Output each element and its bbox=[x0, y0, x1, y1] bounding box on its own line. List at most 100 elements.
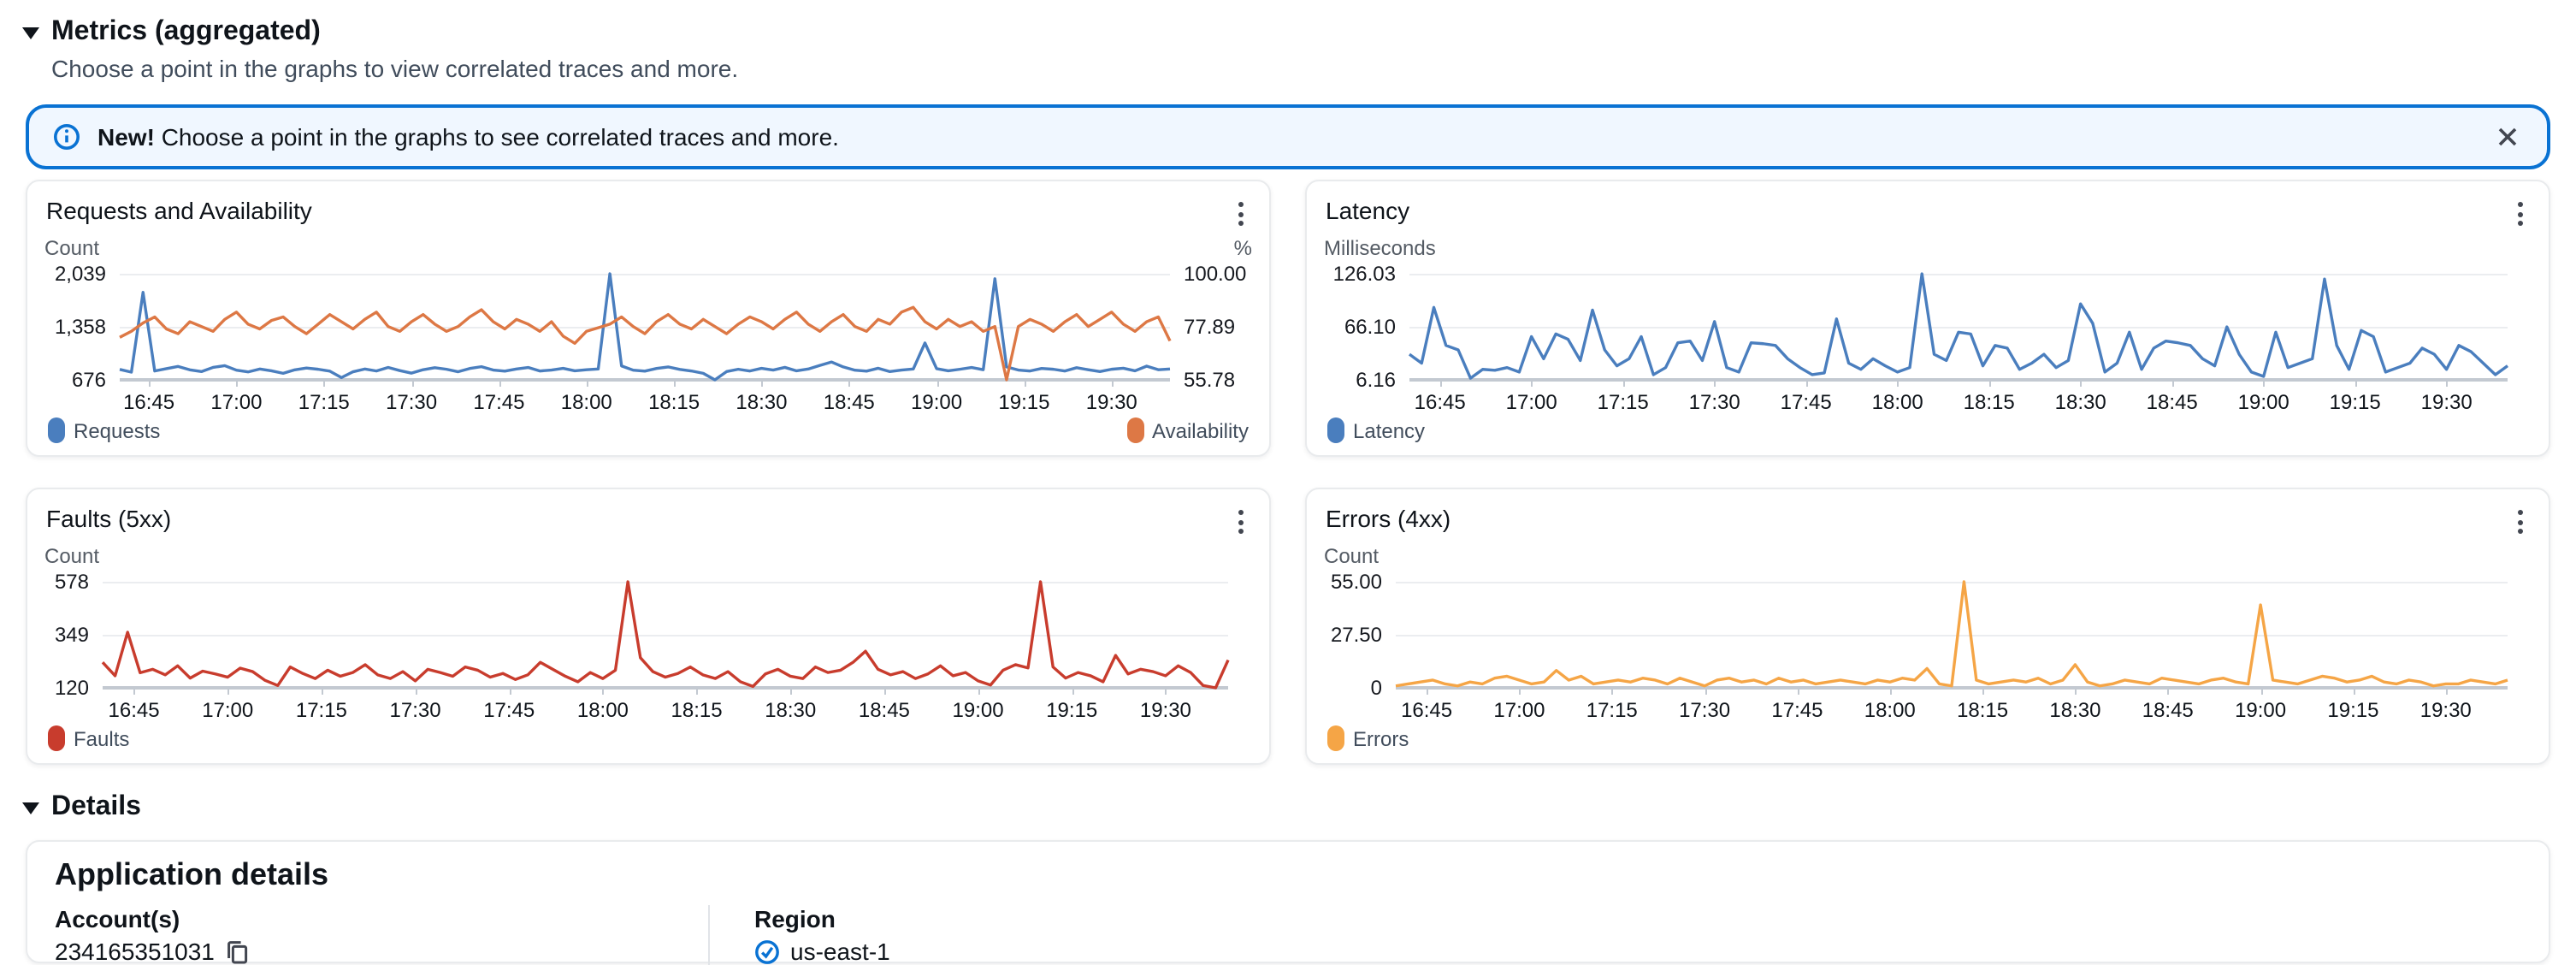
x-axis-tick-label: 18:30 bbox=[2049, 698, 2100, 722]
x-axis-tick-label: 16:45 bbox=[123, 390, 174, 414]
x-axis-tickmark bbox=[674, 380, 676, 387]
x-axis-tickmark bbox=[324, 380, 326, 387]
x-axis-tick-label: 17:00 bbox=[202, 698, 253, 722]
x-axis-tickmark bbox=[1024, 380, 1025, 387]
x-axis-tickmark bbox=[1806, 380, 1808, 387]
x-axis-tick-label: 19:30 bbox=[1140, 698, 1191, 722]
x-axis-tickmark bbox=[499, 380, 500, 387]
x-axis-tickmark bbox=[1890, 688, 1892, 695]
metrics-section-subtitle: Choose a point in the graphs to view cor… bbox=[51, 53, 2576, 84]
y-axis-tick-label: 77.89 bbox=[1184, 317, 1252, 337]
x-axis-tickmark bbox=[2168, 688, 2170, 695]
x-axis-tickmark bbox=[1112, 380, 1114, 387]
field-accounts: Account(s) 234165351031 bbox=[55, 905, 708, 965]
x-axis-tick-label: 17:30 bbox=[386, 390, 437, 414]
chart-title: Latency bbox=[1326, 197, 1409, 224]
x-axis-tickmark bbox=[1982, 688, 1984, 695]
chart-plot-area[interactable]: Count%2,0391,358676100.0077.8955.7816:45… bbox=[44, 233, 1252, 455]
x-axis-tickmark bbox=[1166, 688, 1167, 695]
legend-item-latency[interactable]: Latency bbox=[1327, 417, 1425, 443]
x-axis-tick-label: 18:45 bbox=[824, 390, 875, 414]
metrics-section-title[interactable]: Metrics (aggregated) bbox=[51, 17, 321, 48]
chart-title: Faults (5xx) bbox=[46, 505, 171, 532]
vertical-ellipsis-icon[interactable] bbox=[2509, 505, 2532, 539]
x-axis-tick-label: 17:15 bbox=[1586, 698, 1638, 722]
legend-label: Faults bbox=[74, 726, 129, 750]
x-axis-tickmark bbox=[2081, 380, 2083, 387]
legend-item-availability[interactable]: Availability bbox=[1126, 417, 1249, 443]
x-axis-tick-label: 18:45 bbox=[2147, 390, 2198, 414]
x-axis-tick-label: 18:45 bbox=[859, 698, 910, 722]
chart-lines bbox=[1409, 274, 2508, 380]
vertical-ellipsis-icon[interactable] bbox=[2509, 197, 2532, 231]
field-label: Region bbox=[754, 905, 890, 932]
x-axis-tick-label: 17:45 bbox=[1781, 390, 1832, 414]
x-axis-tickmark bbox=[227, 688, 229, 695]
x-axis-tickmark bbox=[587, 380, 588, 387]
x-axis-tickmark bbox=[697, 688, 699, 695]
legend-marker bbox=[1327, 725, 1344, 751]
x-axis-tickmark bbox=[978, 688, 980, 695]
x-axis-tickmark bbox=[2075, 688, 2077, 695]
x-axis-tick-label: 19:15 bbox=[2330, 390, 2381, 414]
legend-label: Availability bbox=[1152, 418, 1249, 442]
info-circle-icon bbox=[53, 123, 80, 151]
copy-icon[interactable] bbox=[225, 938, 251, 964]
x-axis-tick-label: 18:00 bbox=[1872, 390, 1923, 414]
series-line-faults[interactable] bbox=[103, 582, 1228, 688]
details-section-title[interactable]: Details bbox=[51, 792, 141, 823]
x-axis-tickmark bbox=[1519, 688, 1521, 695]
y-axis-tick-label: 349 bbox=[44, 625, 89, 645]
x-axis-tickmark bbox=[149, 380, 151, 387]
y-axis-tick-label: 100.00 bbox=[1184, 263, 1252, 284]
legend-item-errors[interactable]: Errors bbox=[1327, 725, 1409, 751]
x-axis-tickmark bbox=[603, 688, 605, 695]
vertical-ellipsis-icon[interactable] bbox=[1230, 197, 1252, 231]
x-axis-tick-label: 18:30 bbox=[765, 698, 816, 722]
x-axis-tickmark bbox=[416, 688, 417, 695]
metrics-section-header: Metrics (aggregated) bbox=[0, 0, 2576, 48]
x-axis-tick-label: 17:15 bbox=[296, 698, 347, 722]
chart-plot-area[interactable]: Count57834912016:4517:0017:1517:3017:451… bbox=[44, 541, 1252, 763]
x-axis-tickmark bbox=[1072, 688, 1073, 695]
legend-marker bbox=[48, 417, 65, 443]
x-axis-tickmark bbox=[1427, 688, 1428, 695]
chart-card-requests-availability: Requests and Availability Count%2,0391,3… bbox=[26, 180, 1271, 457]
chart-plot-area[interactable]: Milliseconds126.0366.106.1616:4517:0017:… bbox=[1324, 233, 2532, 455]
x-axis-tick-label: 17:45 bbox=[1771, 698, 1823, 722]
legend-label: Latency bbox=[1353, 418, 1425, 442]
x-axis-tick-label: 19:00 bbox=[953, 698, 1004, 722]
plot-box[interactable]: 16:4517:0017:1517:3017:4518:0018:1518:30… bbox=[1396, 582, 2508, 688]
series-line-requests[interactable] bbox=[120, 274, 1170, 380]
x-axis-tick-label: 18:15 bbox=[671, 698, 723, 722]
x-axis-tickmark bbox=[236, 380, 238, 387]
dismiss-banner-button[interactable] bbox=[2492, 121, 2523, 152]
caret-down-icon[interactable] bbox=[22, 802, 39, 814]
x-axis-tick-label: 17:00 bbox=[1506, 390, 1557, 414]
plot-box[interactable]: 16:4517:0017:1517:3017:4518:0018:1518:30… bbox=[103, 582, 1228, 688]
x-axis-tickmark bbox=[2446, 688, 2448, 695]
series-line-latency[interactable] bbox=[1409, 274, 2508, 378]
chart-legend: Latency bbox=[1327, 417, 2528, 443]
caret-down-icon[interactable] bbox=[22, 27, 39, 38]
x-axis-tick-label: 19:15 bbox=[998, 390, 1049, 414]
plot-box[interactable]: 16:4517:0017:1517:3017:4518:0018:1518:30… bbox=[120, 274, 1170, 380]
x-axis-tick-label: 19:15 bbox=[1046, 698, 1097, 722]
x-axis-tickmark bbox=[322, 688, 323, 695]
x-axis-tick-label: 16:45 bbox=[1401, 698, 1452, 722]
x-axis-tick-label: 19:30 bbox=[2420, 698, 2472, 722]
y-axis-tick-label: 676 bbox=[44, 370, 106, 390]
plot-box[interactable]: 16:4517:0017:1517:3017:4518:0018:1518:30… bbox=[1409, 274, 2508, 380]
x-axis-tickmark bbox=[1898, 380, 1900, 387]
x-axis-tickmark bbox=[761, 380, 763, 387]
vertical-ellipsis-icon[interactable] bbox=[1230, 505, 1252, 539]
region-value: us-east-1 bbox=[790, 938, 890, 965]
x-axis-tickmark bbox=[1532, 380, 1533, 387]
chart-plot-area[interactable]: Count55.0027.50016:4517:0017:1517:3017:4… bbox=[1324, 541, 2532, 763]
legend-item-requests[interactable]: Requests bbox=[48, 417, 160, 443]
chart-lines bbox=[103, 582, 1228, 688]
series-line-errors[interactable] bbox=[1396, 582, 2508, 686]
legend-item-faults[interactable]: Faults bbox=[48, 725, 129, 751]
x-axis-tickmark bbox=[2172, 380, 2174, 387]
x-axis-tick-label: 18:30 bbox=[2055, 390, 2106, 414]
